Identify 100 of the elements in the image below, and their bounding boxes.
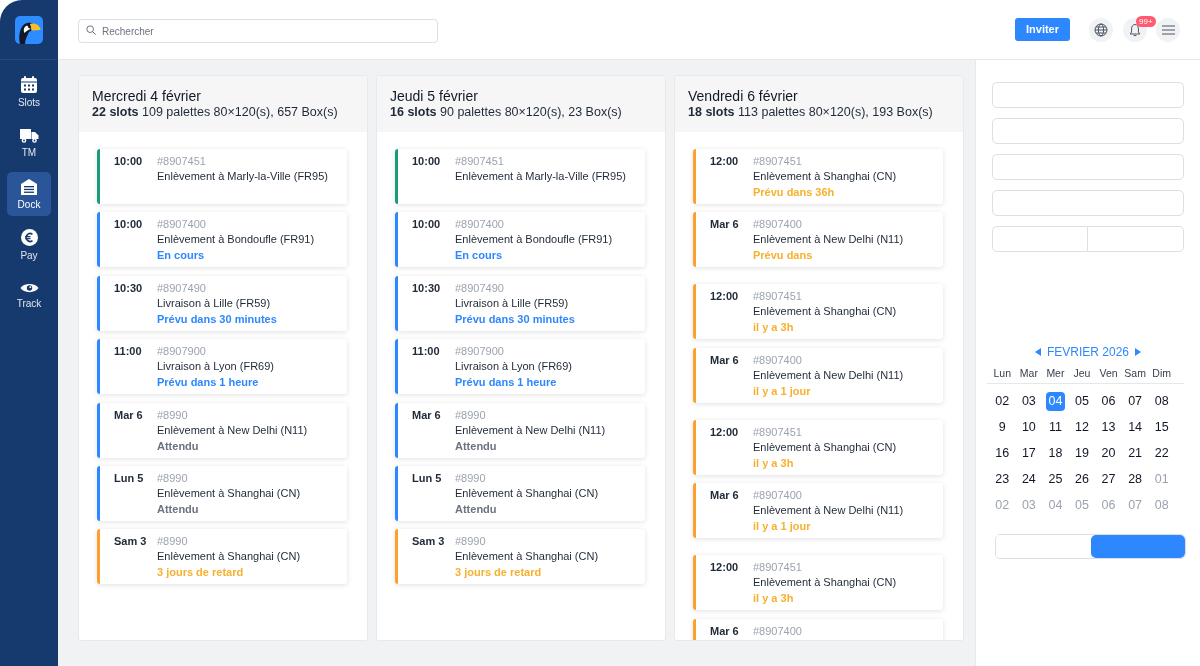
slot-card[interactable]: Mar 6 #8990 Enlèvement à New Delhi (N11) Attendu <box>395 402 645 458</box>
slot-status: il y a 1 jour <box>753 383 811 399</box>
slot-card[interactable]: 10:30 #8907490 Livraison à Lille (FR59) Prévu dans 30 minutes <box>395 275 645 331</box>
calendar-day[interactable]: 15 <box>1152 417 1172 437</box>
calendar-day[interactable]: 17 <box>1019 443 1039 463</box>
calendar-day[interactable]: 13 <box>1099 417 1119 437</box>
slot-card[interactable]: Lun 5 #8990 Enlèvement à Shanghai (CN) Attendu <box>97 465 347 521</box>
segmented-toggle[interactable] <box>995 534 1186 559</box>
slot-status: Attendu <box>157 501 199 517</box>
slot-time: 10:30 <box>114 280 144 296</box>
slot-reference: #8990 <box>157 407 188 423</box>
slot-card[interactable]: Sam 3 #8990 Enlèvement à Shanghai (CN) 3 jours de retard <box>395 529 645 585</box>
calendar-day[interactable]: 14 <box>1125 417 1145 437</box>
slot-card[interactable]: 10:00 #8907451 Enlèvement à Marly-la-Ville (FR95) <box>97 149 347 204</box>
input-field[interactable] <box>992 154 1184 180</box>
slot-status: Attendu <box>157 438 199 454</box>
sidebar-item[interactable]: Pay <box>7 223 51 267</box>
calendar-day[interactable]: 02 <box>992 391 1012 411</box>
slot-card[interactable]: 10:00 #8907400 Enlèvement à Bondoufle (FR91) En cours <box>97 212 347 268</box>
slot-card[interactable]: Sam 3 #8990 Enlèvement à Shanghai (CN) 3 jours de retard <box>97 529 347 585</box>
calendar-day[interactable]: 03 <box>1019 391 1039 411</box>
slot-location: Enlèvement à Shanghai (CN) <box>753 439 897 455</box>
sidebar-item[interactable]: Slots <box>7 70 51 114</box>
day-summary: 22 slots 109 palettes 80×120(s), 657 Box(s) <box>92 105 339 120</box>
bell-icon <box>1128 22 1142 37</box>
calendar-day[interactable]: 07 <box>1125 391 1145 411</box>
search-field[interactable]: Rechercher <box>78 19 438 43</box>
calendar-day[interactable]: 22 <box>1152 443 1172 463</box>
slot-card[interactable]: 11:00 #8907900 Livraison à Lyon (FR69) Prévu dans 1 heure <box>97 339 347 395</box>
day-title: Jeudi 5 février <box>390 88 479 105</box>
calendar-day[interactable]: 12 <box>1072 417 1092 437</box>
slot-location: Enlèvement à Marly-la-Ville (FR95) <box>455 169 626 184</box>
slot-reference: #8907900 <box>455 344 504 360</box>
calendar-day[interactable]: 24 <box>1019 469 1039 489</box>
input-field[interactable] <box>992 118 1184 144</box>
menu-button[interactable] <box>1156 17 1180 42</box>
toggle-option[interactable] <box>1090 535 1185 558</box>
bird-logo-icon[interactable] <box>15 15 43 44</box>
slot-card[interactable]: 12:00 #8907451 Enlèvement à Shanghai (CN) il y a 3h <box>693 284 943 340</box>
slot-card[interactable]: Lun 5 #8990 Enlèvement à Shanghai (CN) Attendu <box>395 465 645 521</box>
slot-location: Livraison à Lyon (FR69) <box>455 359 572 375</box>
calendar-day[interactable]: 19 <box>1072 443 1092 463</box>
slot-card[interactable]: Mar 6 #8990 Enlèvement à New Delhi (N11) Attendu <box>97 402 347 458</box>
slot-card[interactable]: 10:00 #8907400 Enlèvement à Bondoufle (FR91) En cours <box>395 212 645 268</box>
slot-location: Enlèvement à New Delhi (N11) <box>753 503 904 519</box>
notification-badge: 99+ <box>1136 15 1156 27</box>
input-field[interactable] <box>992 226 1088 252</box>
calendar-day[interactable]: 18 <box>1045 443 1065 463</box>
slot-status: il y a 3h <box>753 455 794 471</box>
calendar-day[interactable]: 08 <box>1152 391 1172 411</box>
calendar-day[interactable]: 26 <box>1072 469 1092 489</box>
slot-card[interactable]: Mar 6 #8907400 Enlèvement à New Delhi (N11) Prévu dans <box>693 212 943 268</box>
sidebar-item[interactable]: Dock <box>7 172 51 216</box>
slot-status: Prévu dans 1 heure <box>455 375 557 391</box>
calendar-day[interactable]: 10 <box>1019 417 1039 437</box>
input-field[interactable] <box>1088 226 1184 252</box>
slot-card[interactable]: 12:00 #8907451 Enlèvement à Shanghai (CN) il y a 3h <box>693 419 943 475</box>
slot-card[interactable]: Mar 6 #8907400 Enlèvement à New Delhi (N11) il y a 1 jour <box>693 347 943 403</box>
slot-card[interactable]: 12:00 #8907451 Enlèvement à Shanghai (CN) il y a 3h <box>693 555 943 611</box>
eye-icon <box>19 282 39 294</box>
calendar-day[interactable]: 25 <box>1045 469 1065 489</box>
weekday-label: Lun <box>992 367 1013 380</box>
calendar-day[interactable]: 16 <box>992 443 1012 463</box>
slot-reference: #8907451 <box>157 154 206 169</box>
slot-status: Prévu dans <box>753 248 813 264</box>
slot-card[interactable]: 10:00 #8907451 Enlèvement à Marly-la-Ville (FR95) <box>395 149 645 204</box>
calendar-day[interactable]: 9 <box>992 417 1012 437</box>
calendar-day[interactable]: 05 <box>1072 391 1092 411</box>
slot-card[interactable]: Mar 6 #8907400 Enlèvement à New Delhi (N11) il y a 1 jour <box>693 483 943 539</box>
slot-card[interactable]: 12:00 #8907451 Enlèvement à Shanghai (CN) Prévu dans 36h <box>693 149 943 204</box>
slot-card[interactable]: 10:30 #8907490 Livraison à Lille (FR59) Prévu dans 30 minutes <box>97 275 347 331</box>
calendar-day[interactable]: 20 <box>1099 443 1119 463</box>
slot-status: Prévu dans 30 minutes <box>455 311 575 327</box>
slot-status: 3 jours de retard <box>455 565 542 581</box>
sidebar-item[interactable]: Track <box>7 274 51 318</box>
calendar-day[interactable]: 28 <box>1125 469 1145 489</box>
calendar-day[interactable]: 21 <box>1125 443 1145 463</box>
calendar-day[interactable]: 06 <box>1099 391 1119 411</box>
slot-card[interactable]: 11:00 #8907900 Livraison à Lyon (FR69) Prévu dans 1 heure <box>395 339 645 395</box>
slot-status: il y a 1 jour <box>753 519 811 535</box>
slot-status: il y a 3h <box>753 320 794 336</box>
slot-status: En cours <box>157 248 205 264</box>
calendar-day[interactable]: 23 <box>992 469 1012 489</box>
slot-time: Sam 3 <box>412 534 446 550</box>
slot-location: Enlèvement à Shanghai (CN) <box>753 575 897 591</box>
input-field[interactable] <box>992 82 1184 108</box>
slot-reference: #8907400 <box>753 352 802 368</box>
slot-location: Enlèvement à Shanghai (CN) <box>455 549 599 565</box>
calendar-day[interactable]: 27 <box>1099 469 1119 489</box>
sidebar-item[interactable]: TM <box>7 121 51 165</box>
caret-left-icon[interactable] <box>1034 348 1041 356</box>
input-field[interactable] <box>992 190 1184 216</box>
caret-right-icon[interactable] <box>1135 348 1141 356</box>
slot-time: Mar 6 <box>412 407 442 423</box>
search-icon <box>86 24 96 35</box>
slot-reference: #8990 <box>455 407 486 423</box>
slot-location: Enlèvement à Shanghai (CN) <box>753 169 897 184</box>
calendar-day[interactable]: 11 <box>1045 417 1065 437</box>
slot-card[interactable]: Mar 6 #8907400 <box>693 618 943 640</box>
language-button[interactable] <box>1089 17 1113 42</box>
